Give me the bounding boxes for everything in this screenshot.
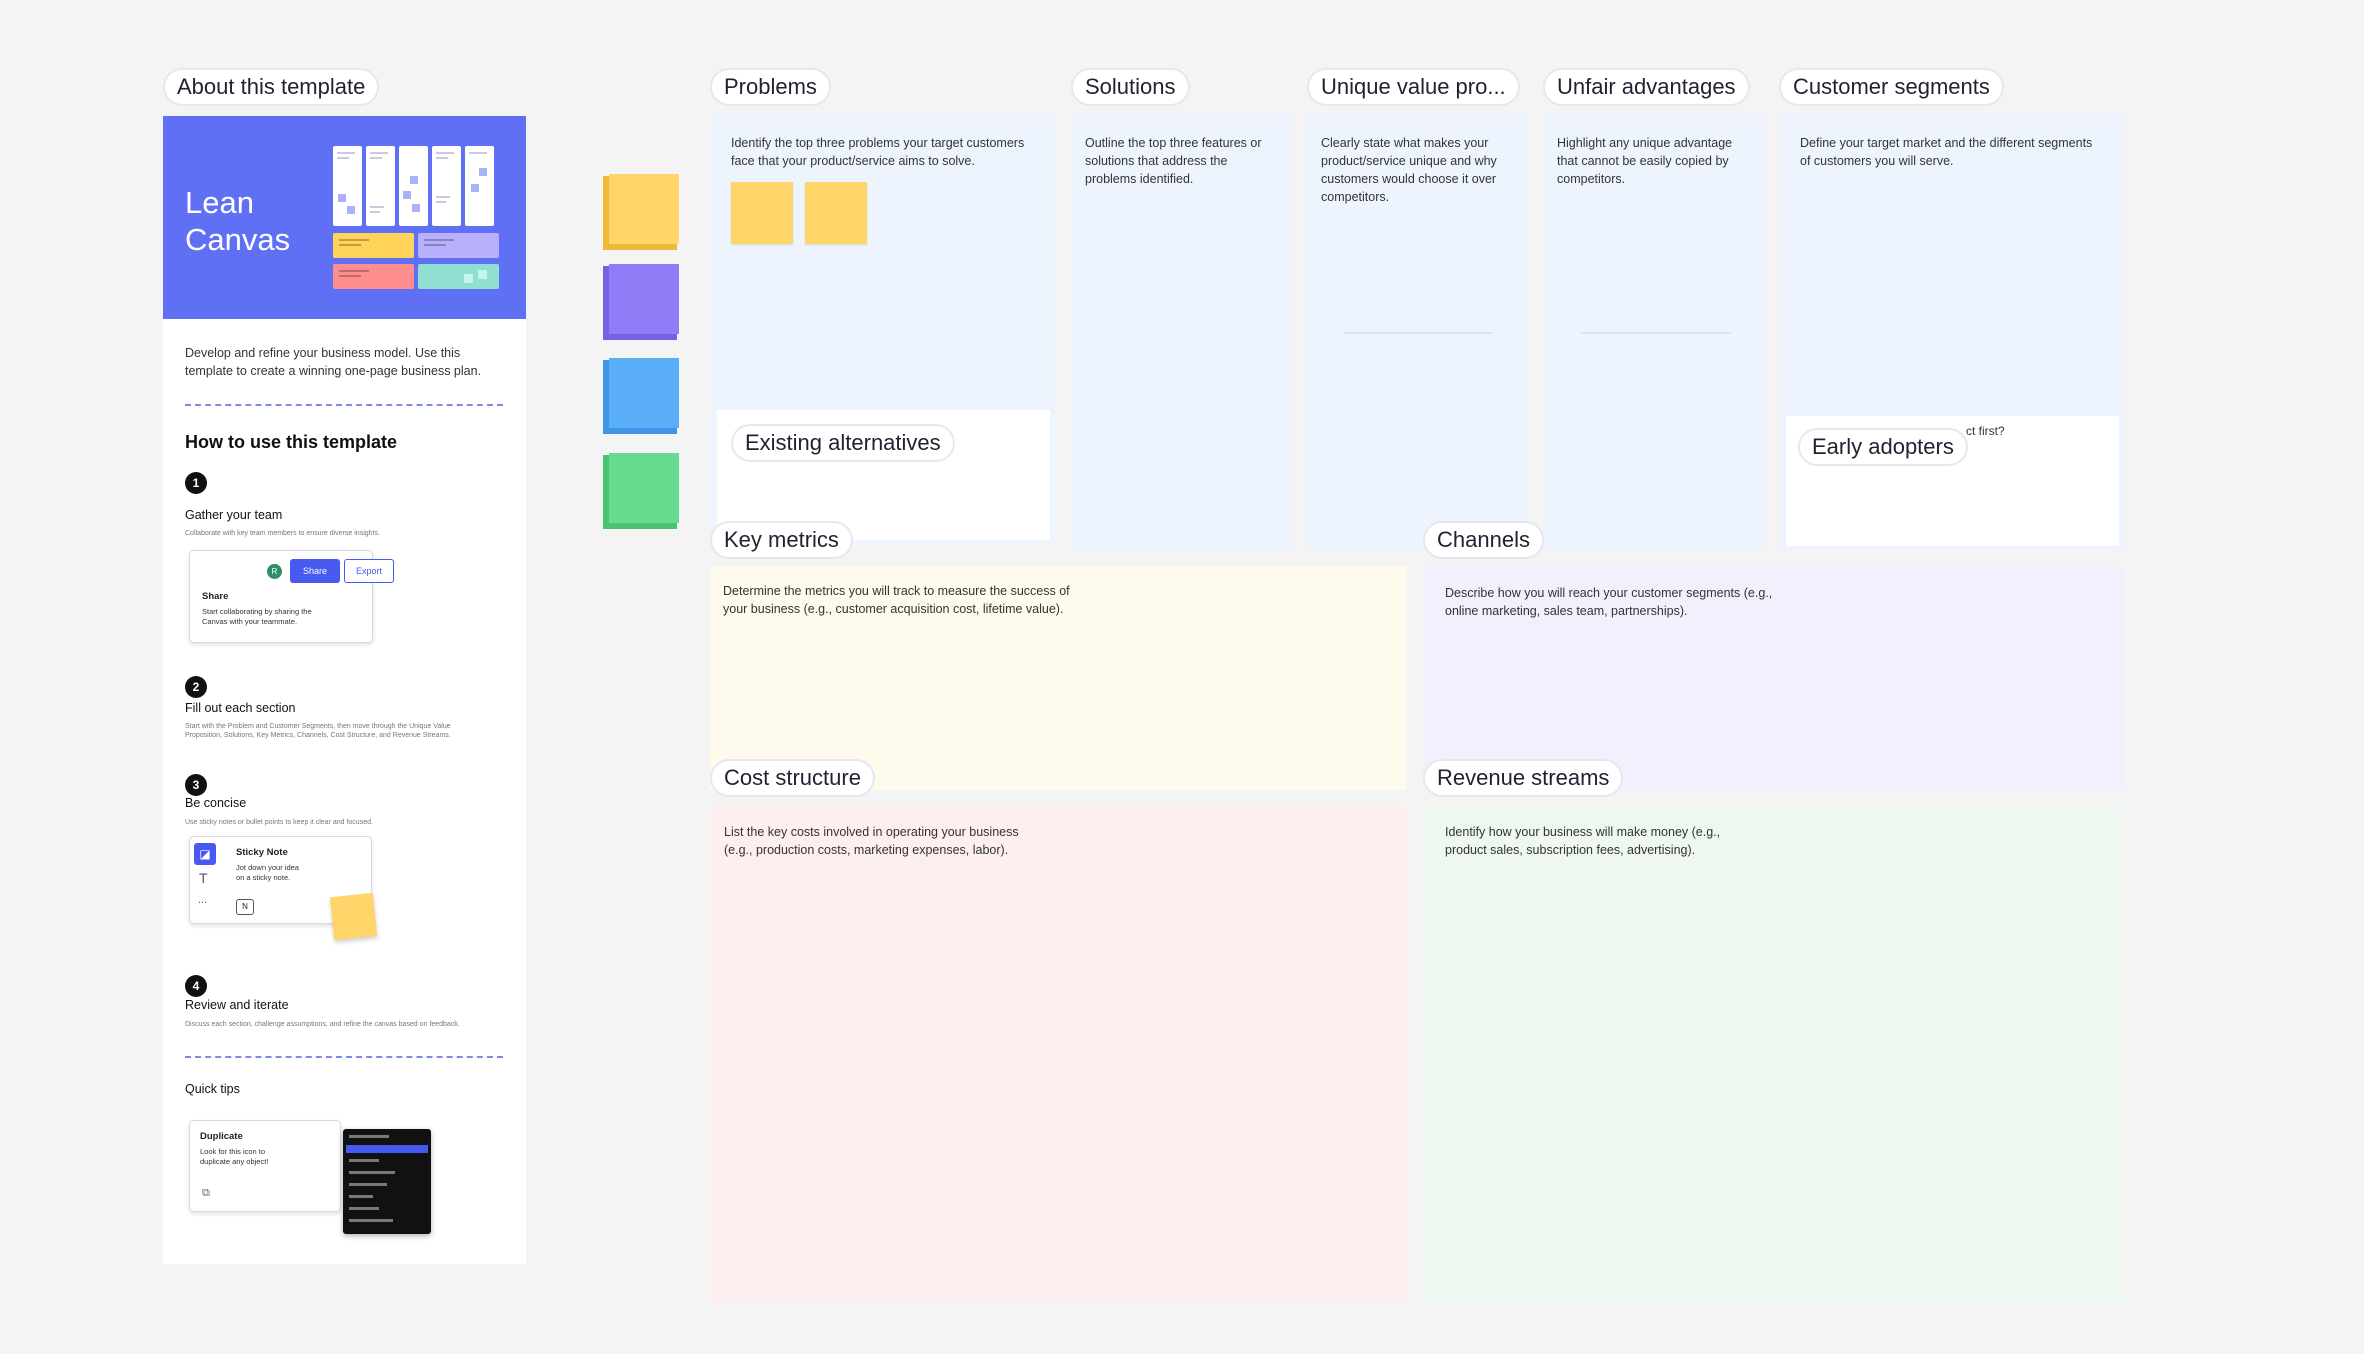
solutions-description: Outline the top three features or soluti… bbox=[1085, 136, 1262, 186]
channels-description: Describe how you will reach your custome… bbox=[1445, 586, 1773, 618]
step-number: 2 bbox=[185, 676, 207, 698]
revenue-streams-description: Identify how your business will make mon… bbox=[1445, 825, 1721, 857]
hero-mini-column bbox=[432, 146, 461, 226]
existing-alternatives-label[interactable]: Existing alternatives bbox=[731, 424, 955, 462]
early-adopters-partial-text: ct first? bbox=[1966, 424, 2005, 438]
problems-frame[interactable]: Identify the top three problems your tar… bbox=[710, 114, 1055, 544]
unfair-advantages-description: Highlight any unique advantage that cann… bbox=[1557, 136, 1733, 186]
cost-structure-description: List the key costs involved in operating… bbox=[724, 825, 1019, 857]
key-metrics-label[interactable]: Key metrics bbox=[710, 521, 853, 559]
share-card-description: Start collaborating by sharing the Canva… bbox=[202, 607, 312, 626]
lean-canvas-hero: Lean Canvas bbox=[163, 116, 526, 319]
key-metrics-frame[interactable]: Determine the metrics you will track to … bbox=[710, 566, 1406, 790]
divider bbox=[185, 404, 503, 406]
duplicate-card-title: Duplicate bbox=[200, 1131, 243, 1142]
customer-segments-label[interactable]: Customer segments bbox=[1779, 68, 2004, 106]
step-title: Review and iterate bbox=[185, 998, 289, 1012]
divider bbox=[185, 1056, 503, 1058]
sticky-note-tool-icon[interactable]: ◪ bbox=[194, 843, 216, 865]
step-description: Discuss each section, challenge assumpti… bbox=[185, 1021, 460, 1028]
hero-mini-column bbox=[366, 146, 395, 226]
unfair-advantages-label[interactable]: Unfair advantages bbox=[1543, 68, 1750, 106]
unique-value-proposition-frame[interactable]: Clearly state what makes your product/se… bbox=[1307, 114, 1528, 550]
sticky-note[interactable] bbox=[731, 182, 793, 244]
more-tools-icon[interactable]: ... bbox=[198, 894, 207, 906]
avatar: R bbox=[267, 564, 282, 579]
unfair-advantages-frame[interactable]: Highlight any unique advantage that cann… bbox=[1543, 114, 1764, 550]
hero-mini-column bbox=[333, 146, 362, 226]
sticky-note-demo bbox=[329, 892, 378, 941]
revenue-streams-frame[interactable]: Identify how your business will make mon… bbox=[1423, 805, 2124, 1303]
hero-mini-block bbox=[333, 233, 414, 258]
unique-value-proposition-label[interactable]: Unique value pro... bbox=[1307, 68, 1520, 106]
about-template-label[interactable]: About this template bbox=[163, 68, 380, 106]
problems-label[interactable]: Problems bbox=[710, 68, 831, 106]
export-button[interactable]: Export bbox=[344, 559, 394, 583]
step-description: Start with the Problem and Customer Segm… bbox=[185, 723, 451, 739]
step-description: Use sticky notes or bullet points to kee… bbox=[185, 819, 373, 826]
sticky-card-description: Jot down your idea on a sticky note. bbox=[236, 863, 299, 882]
step-title: Gather your team bbox=[185, 508, 283, 522]
duplicate-icon: ⧉ bbox=[202, 1187, 210, 1199]
step-number: 1 bbox=[185, 472, 207, 494]
step-number: 4 bbox=[185, 975, 207, 997]
hero-title: Lean Canvas bbox=[185, 184, 290, 258]
sticky-note[interactable] bbox=[805, 182, 867, 244]
hero-title-text: Lean Canvas bbox=[185, 185, 291, 257]
text-tool-icon[interactable]: T bbox=[199, 870, 208, 886]
duplicate-card-description: Look for this icon to duplicate any obje… bbox=[200, 1147, 269, 1166]
hero-mini-block bbox=[418, 233, 499, 258]
customer-segments-frame[interactable]: Define your target market and the differ… bbox=[1779, 114, 2124, 550]
hero-mini-block bbox=[418, 264, 499, 289]
hero-mini-column bbox=[399, 146, 428, 226]
yellow-sticky-stack[interactable] bbox=[603, 174, 679, 252]
early-adopters-label[interactable]: Early adopters bbox=[1798, 428, 1968, 466]
cost-structure-label[interactable]: Cost structure bbox=[710, 759, 875, 797]
solutions-frame[interactable]: Outline the top three features or soluti… bbox=[1071, 114, 1292, 550]
about-template-panel[interactable]: Lean Canvas Develop and refine your busi… bbox=[163, 116, 526, 1264]
howto-title: How to use this template bbox=[185, 432, 398, 452]
green-sticky-stack[interactable] bbox=[603, 453, 679, 531]
step-description: Collaborate with key team members to ens… bbox=[185, 530, 380, 537]
share-card: R Share Export Share Start collaborating… bbox=[189, 550, 394, 643]
placeholder-line bbox=[1581, 332, 1731, 334]
share-card-title: Share bbox=[202, 591, 229, 602]
solutions-label[interactable]: Solutions bbox=[1071, 68, 1190, 106]
customer-segments-description: Define your target market and the differ… bbox=[1800, 136, 2093, 168]
placeholder-line bbox=[1343, 332, 1493, 334]
shortcut-key: N bbox=[236, 899, 254, 915]
channels-label[interactable]: Channels bbox=[1423, 521, 1544, 559]
sticky-card-title: Sticky Note bbox=[236, 847, 288, 858]
hero-mini-block bbox=[333, 264, 414, 289]
purple-sticky-stack[interactable] bbox=[603, 264, 679, 342]
step-title: Be concise bbox=[185, 796, 247, 810]
blue-sticky-stack[interactable] bbox=[603, 358, 679, 436]
key-metrics-description: Determine the metrics you will track to … bbox=[723, 584, 1070, 616]
problems-description: Identify the top three problems your tar… bbox=[731, 136, 1025, 168]
step-number: 3 bbox=[185, 774, 207, 796]
template-description: Develop and refine your business model. … bbox=[185, 346, 482, 378]
cost-structure-frame[interactable]: List the key costs involved in operating… bbox=[710, 805, 1406, 1303]
revenue-streams-label[interactable]: Revenue streams bbox=[1423, 759, 1624, 797]
context-menu-preview bbox=[343, 1129, 431, 1234]
quick-tips-title: Quick tips bbox=[185, 1082, 240, 1096]
uvp-description: Clearly state what makes your product/se… bbox=[1321, 136, 1497, 204]
duplicate-card: Duplicate Look for this icon to duplicat… bbox=[189, 1120, 341, 1212]
channels-frame[interactable]: Describe how you will reach your custome… bbox=[1423, 566, 2124, 790]
hero-mini-column bbox=[465, 146, 494, 226]
step-title: Fill out each section bbox=[185, 701, 296, 715]
share-button[interactable]: Share bbox=[290, 559, 340, 583]
